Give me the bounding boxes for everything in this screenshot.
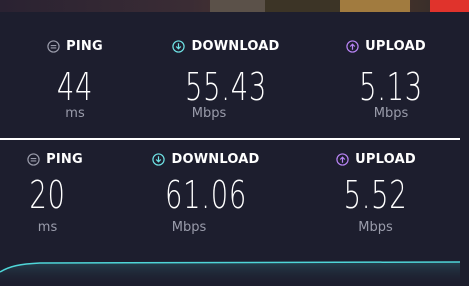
download-label: DOWNLOAD <box>191 38 280 54</box>
upload-label: UPLOAD <box>355 151 416 167</box>
download-unit: Mbps <box>191 106 227 121</box>
upload-value: 5.13 <box>359 65 423 109</box>
arrow-down-circle-icon <box>152 152 166 166</box>
arrow-down-circle-icon <box>172 39 186 53</box>
ping-value: 44 <box>56 65 94 109</box>
arrow-up-circle-icon <box>346 39 359 53</box>
gauge-icon <box>27 152 40 166</box>
ping-value: 20 <box>29 173 66 217</box>
gauge-icon <box>47 39 60 53</box>
upload-unit: Mbps <box>358 220 393 235</box>
speedtest-screenshot: PING 44 ms DOWNLOAD 55.43 Mbps UPLOAD 5.… <box>0 0 469 286</box>
download-value: 55.43 <box>185 65 267 109</box>
upload-value: 5.52 <box>343 173 408 217</box>
arrow-up-circle-icon <box>336 152 349 166</box>
download-label: DOWNLOAD <box>171 151 260 167</box>
cropped-top-strip <box>0 0 469 12</box>
download-unit: Mbps <box>171 220 207 235</box>
upload-unit: Mbps <box>373 106 409 121</box>
upload-label: UPLOAD <box>365 38 426 54</box>
speed-graph-fill <box>0 262 460 286</box>
speed-graph <box>0 261 460 286</box>
result-panel-2: PING 20 ms DOWNLOAD 61.06 Mbps UPLOAD 5.… <box>0 140 460 286</box>
result-panel-1: PING 44 ms DOWNLOAD 55.43 Mbps UPLOAD 5.… <box>0 12 460 140</box>
download-value: 61.06 <box>165 173 247 217</box>
ping-label: PING <box>66 38 103 54</box>
ping-label: PING <box>46 151 83 167</box>
